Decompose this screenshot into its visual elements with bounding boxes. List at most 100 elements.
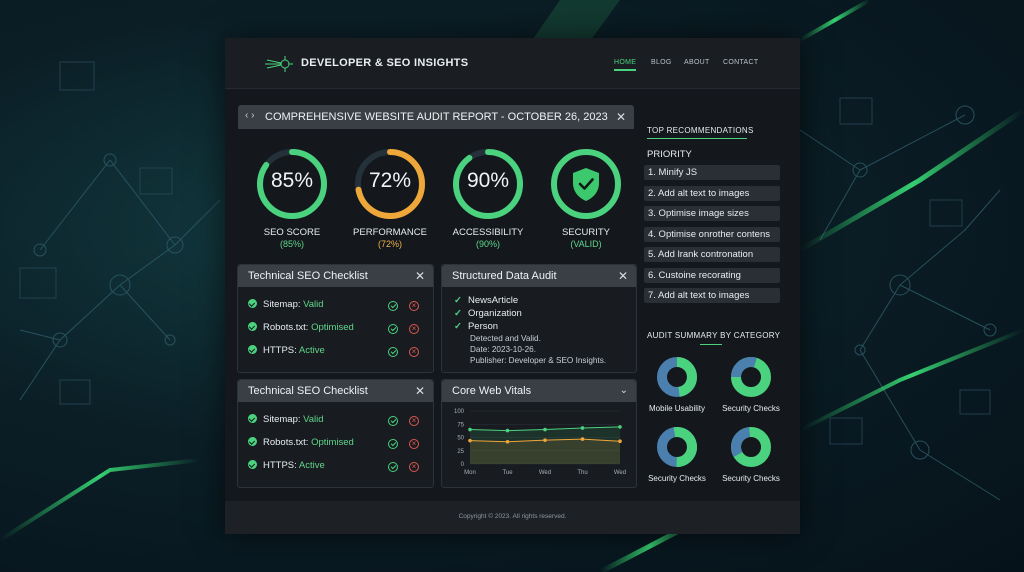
nav-home[interactable]: HOME (614, 59, 636, 66)
recommendation-item[interactable]: 7. Add alt text to images (644, 288, 780, 303)
reject-icon[interactable]: × (409, 301, 419, 311)
security-gauge (551, 149, 621, 219)
approve-icon[interactable] (388, 439, 398, 449)
checkmark-icon: ✓ (454, 308, 462, 319)
data-point (468, 438, 472, 443)
security-checks-donut (731, 427, 771, 467)
check-circle-icon (248, 437, 257, 446)
checklist-item-sitemap: Sitemap: Valid (248, 414, 324, 425)
nav-blog[interactable]: BLOG (651, 59, 672, 66)
data-point (505, 439, 510, 444)
priority-label: PRIORITY (647, 149, 692, 160)
seo-score-value: 85% (270, 169, 314, 192)
reject-icon[interactable]: × (409, 439, 419, 449)
accessibility-value: 90% (466, 169, 510, 192)
recommendations-underline (647, 138, 747, 139)
close-icon[interactable]: ✕ (616, 110, 626, 124)
dashboard-window: DEVELOPER & SEO INSIGHTS HOME BLOG ABOUT… (225, 38, 800, 534)
panel-title: Technical SEO Checklist (248, 270, 368, 282)
approve-icon[interactable] (388, 301, 398, 311)
checklist-item-https: HTTPS: Active (248, 460, 325, 471)
performance-label: PERFORMANCE (353, 227, 427, 238)
check-circle-icon (248, 345, 257, 354)
x-tick-label: Tue (502, 470, 513, 476)
check-circle-icon (248, 322, 257, 331)
seo-score-label: SEO SCORE (263, 227, 321, 238)
data-point (618, 439, 622, 444)
validation-status: Detected and Valid. (470, 334, 541, 343)
reject-icon[interactable]: × (409, 324, 419, 334)
recommendations-title: TOP RECOMMENDATIONS (647, 126, 754, 135)
checklist-item-robots: Robots.txt: Optimised (248, 322, 354, 333)
series-area (470, 439, 620, 464)
x-tick-label: Wed (614, 470, 626, 476)
footer: Copyright © 2023. All rights reserved. (225, 501, 800, 534)
check-circle-icon (248, 299, 257, 308)
technical-seo-checklist-panel: Technical SEO Checklist ✕ Sitemap: Valid… (237, 264, 434, 373)
mobile-usability-donut (657, 357, 697, 397)
check-circle-icon (248, 414, 257, 423)
approve-icon[interactable] (388, 324, 398, 334)
data-point (468, 427, 472, 432)
approve-icon[interactable] (388, 347, 398, 357)
donut-label: Security Checks (648, 474, 706, 483)
approve-icon[interactable] (388, 462, 398, 472)
nav-contact[interactable]: CONTACT (723, 59, 758, 66)
network-logo-icon (265, 56, 293, 72)
x-tick-label: Mon (464, 470, 476, 476)
check-circle-icon (248, 460, 257, 469)
data-point (543, 427, 547, 432)
checklist-item-sitemap: Sitemap: Valid (248, 299, 324, 310)
security-sub: (VALID) (570, 239, 602, 249)
recommendation-item[interactable]: 5. Add lrank contronation (644, 247, 780, 262)
performance-value: 72% (368, 169, 412, 192)
data-point (618, 425, 622, 429)
nav-about[interactable]: ABOUT (684, 59, 710, 66)
data-point (505, 428, 510, 433)
accessibility-label: ACCESSIBILITY (452, 227, 524, 238)
active-nav-indicator (614, 69, 636, 71)
reject-icon[interactable]: × (409, 462, 419, 472)
seo-score-sub: (85%) (279, 239, 304, 249)
accessibility-sub: (90%) (475, 239, 500, 249)
recommendation-item[interactable]: 1. Minify JS (644, 165, 780, 180)
recommendation-item[interactable]: 3. Optimise image sizes (644, 206, 780, 221)
report-title: COMPREHENSIVE WEBSITE AUDIT REPORT - OCT… (265, 111, 608, 123)
recommendation-item[interactable]: 2. Add alt text to images (644, 186, 780, 201)
audit-summary-title: AUDIT SUMMARY BY CATEGORY (647, 331, 781, 340)
x-tick-label: Thu (577, 470, 587, 476)
donut-label: Mobile Usability (648, 404, 706, 413)
checkmark-icon: ✓ (454, 321, 462, 332)
performance-sub: (72%) (377, 239, 402, 249)
reject-icon[interactable]: × (409, 347, 419, 357)
recommendation-item[interactable]: 4. Optimise onrother contens (644, 227, 780, 242)
reject-icon[interactable]: × (409, 416, 419, 426)
close-icon[interactable]: ✕ (415, 269, 425, 283)
chevron-down-icon[interactable]: ⌄ (620, 385, 628, 396)
security-checks-donut (657, 427, 697, 467)
y-tick-label: 75 (457, 422, 464, 428)
data-point (580, 426, 585, 430)
recommendation-item[interactable]: 6. Custoine recorating (644, 268, 780, 283)
checklist-item-https: HTTPS: Active (248, 345, 325, 356)
panel-title: Technical SEO Checklist (248, 385, 368, 397)
checkmark-icon: ✓ (454, 295, 462, 306)
schema-item: ✓ Organization (454, 308, 522, 319)
y-tick-label: 50 (457, 436, 464, 442)
close-icon[interactable]: ✕ (618, 269, 628, 283)
core-web-vitals-chart: 100 75 50 25 0 Mon Tue Wed Thu Wed (454, 409, 626, 476)
structured-data-audit-panel: Structured Data Audit ✕ ✓ NewsArticle ✓ Or… (441, 264, 637, 373)
data-point (543, 438, 547, 442)
data-point (580, 437, 585, 441)
audit-report-header: ‹ › COMPREHENSIVE WEBSITE AUDIT REPORT -… (238, 105, 634, 129)
summary-underline (700, 344, 722, 345)
schema-item: ✓ Person (454, 321, 499, 332)
checklist-item-robots: Robots.txt: Optimised (248, 437, 354, 448)
publisher: Publisher: Developer & SEO Insights. (470, 356, 607, 365)
approve-icon[interactable] (388, 416, 398, 426)
panel-title: Structured Data Audit (452, 270, 557, 282)
security-label: SECURITY (561, 227, 611, 238)
donut-label: Security Checks (722, 474, 780, 483)
close-icon[interactable]: ✕ (415, 384, 425, 398)
y-tick-label: 25 (457, 449, 464, 455)
